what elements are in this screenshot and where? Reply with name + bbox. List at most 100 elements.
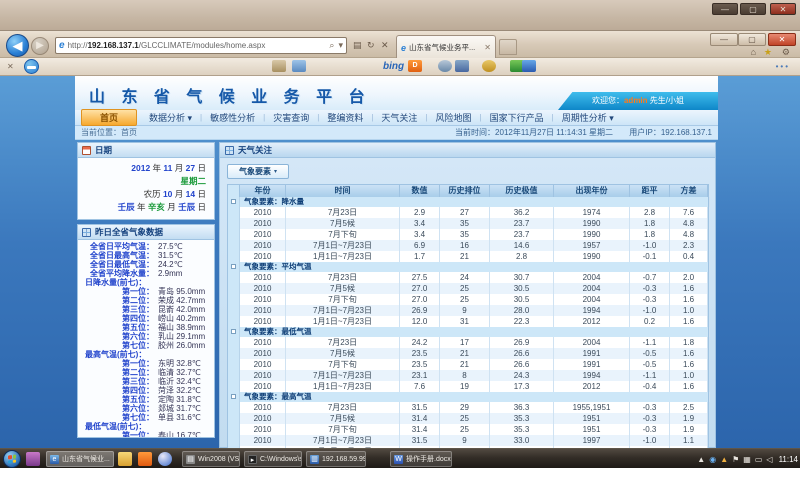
group-label: 气象要素：最低气温 — [240, 327, 710, 337]
nav-item-5[interactable]: 天气关注 — [373, 111, 425, 124]
weather-stat-row: 第四位：菏泽 32.2℃ — [78, 386, 214, 395]
nav-item-0[interactable]: 首页 — [81, 109, 137, 126]
table-row[interactable]: 20107月1日~7月23日26.9928.01994-1.01.0 — [228, 305, 708, 316]
table-row[interactable]: 20107月1日~7月23日6.91614.61957-1.02.3 — [228, 240, 708, 251]
weather-table: 年份时间数值历史排位历史极值出现年份距平方差气象要素：降水量20107月23日2… — [227, 184, 709, 448]
group-checkbox[interactable] — [231, 329, 236, 334]
explorer-folder-icon[interactable] — [118, 452, 132, 466]
element-dropdown-button[interactable]: 气象要素▾ — [227, 164, 289, 179]
gallery-icon[interactable] — [455, 60, 469, 72]
taskbar-window-0[interactable]: e山东省气候业... — [46, 451, 114, 467]
taskbar-window-1[interactable]: ▤Win2008 (VS2... — [182, 451, 240, 467]
camera-icon[interactable] — [438, 60, 452, 72]
taskbar-clock[interactable]: 11:14 — [779, 455, 798, 464]
weather-stat-row: 第七位：单县 31.6℃ — [78, 413, 214, 422]
blocked-addon-icon[interactable] — [24, 59, 39, 74]
paw-icon[interactable] — [482, 60, 496, 72]
nav-item-6[interactable]: 风险地图 — [428, 111, 480, 124]
action-center-flag-icon[interactable]: ⚑ — [732, 455, 739, 464]
table-row[interactable]: 20107月1日~7月23日31.5933.01997-1.01.1 — [228, 435, 708, 446]
ie-minimize-button[interactable]: — — [710, 33, 738, 46]
taskbar-window-icon: ▤ — [186, 455, 195, 464]
tray-alert-icon[interactable]: ▲ — [720, 455, 728, 464]
nav-item-7[interactable]: 国家下行产品 — [482, 111, 552, 124]
browser-tab[interactable]: e 山东省气候业务平... ✕ — [396, 35, 496, 59]
display-icon[interactable]: ▭ — [755, 455, 763, 464]
favorites-star-icon[interactable]: ★ — [764, 47, 772, 58]
taskbar-window-4[interactable]: W操作手册.docx ... — [390, 451, 452, 467]
ie-maximize-button[interactable]: ▢ — [738, 33, 766, 46]
table-row[interactable]: 20107月23日27.52430.72004-0.72.0 — [228, 272, 708, 283]
network-icon[interactable]: ▦ — [743, 455, 751, 464]
bing-logo[interactable]: bing — [383, 61, 404, 72]
background-window-titlebar: — ▢ ✕ — [0, 0, 800, 30]
docin-icon[interactable]: D — [408, 60, 422, 72]
pinned-app-icon[interactable] — [26, 452, 40, 466]
nav-item-2[interactable]: 敏感性分析 — [202, 111, 263, 124]
mail-card-icon[interactable] — [272, 60, 286, 72]
table-row[interactable]: 20107月23日31.52936.31955,1951-0.32.5 — [228, 402, 708, 413]
nav-item-4[interactable]: 整编资料 — [319, 111, 371, 124]
nav-item-3[interactable]: 灾害查询 — [265, 111, 317, 124]
table-row[interactable]: 20107月下旬3.43523.719901.84.8 — [228, 229, 708, 240]
bg-minimize-button[interactable]: — — [712, 3, 738, 15]
weather-section-label: 最低气温(前七)： — [78, 422, 214, 431]
toolbar-close-icon[interactable]: ✕ — [7, 62, 14, 71]
plugin-icon-2[interactable] — [522, 60, 536, 72]
weather-focus-icon — [225, 146, 234, 155]
tab-close-icon[interactable]: ✕ — [484, 43, 491, 52]
table-row[interactable]: 20101月1日~7月23日12.03122.320120.21.6 — [228, 316, 708, 327]
calendar-panel-header: 日期 — [78, 143, 214, 158]
more-options-icon[interactable]: ••• — [776, 62, 790, 71]
group-checkbox[interactable] — [231, 394, 236, 399]
address-bar[interactable]: e http://192.168.137.1/GLCCLIMATE/module… — [55, 37, 347, 54]
taskbar-window-icon: e — [50, 455, 59, 464]
table-row[interactable]: 20107月5候3.43523.719901.84.8 — [228, 218, 708, 229]
table-row[interactable]: 20107月5候31.42535.31951-0.31.9 — [228, 413, 708, 424]
media-player-icon[interactable] — [158, 452, 172, 466]
group-checkbox[interactable] — [231, 199, 236, 204]
tray-network-app-icon[interactable]: ◉ — [709, 455, 716, 464]
group-header-row: 气象要素：最低气温 — [228, 327, 708, 337]
refresh-icon[interactable]: ↻ — [367, 40, 375, 51]
taskbar-window-3[interactable]: ▥192.168.59.99... — [306, 451, 366, 467]
table-row[interactable]: 20107月下旬23.52126.61991-0.51.6 — [228, 359, 708, 370]
table-row[interactable]: 20107月下旬27.02530.52004-0.31.6 — [228, 294, 708, 305]
taskbar-window-2[interactable]: ▸C:\Windows\s... — [244, 451, 302, 467]
settings-gear-icon[interactable]: ⚙ — [782, 47, 790, 58]
table-row[interactable]: 20107月下旬31.42535.31951-0.31.9 — [228, 424, 708, 435]
dropdown-icon[interactable]: ▾ — [338, 40, 343, 51]
group-checkbox[interactable] — [231, 264, 236, 269]
pinned-orange-app-icon[interactable] — [138, 452, 152, 466]
nav-item-1[interactable]: 数据分析 ▾ — [141, 111, 200, 124]
table-row[interactable]: 20107月5候27.02530.52004-0.31.6 — [228, 283, 708, 294]
home-icon[interactable]: ⌂ — [751, 47, 756, 57]
welcome-banner: 欢迎您：admin 先生/小姐 — [558, 92, 718, 110]
weather-stat-row: 全省日最高气温：31.5℃ — [78, 251, 214, 260]
new-tab-button[interactable] — [499, 39, 517, 55]
table-row[interactable]: 20101月1日~7月23日1.7212.81990-0.10.4 — [228, 251, 708, 262]
envelope-icon[interactable] — [292, 60, 306, 72]
tray-expand-icon[interactable]: ▲ — [697, 455, 705, 464]
page-viewport: 山 东 省 气 候 业 务 平 台 欢迎您：admin 先生/小姐 首页数据分析… — [0, 76, 800, 448]
nav-item-8[interactable]: 周期性分析 ▾ — [554, 111, 622, 124]
table-row[interactable]: 20107月1日~7月23日23.1824.31994-1.11.0 — [228, 370, 708, 381]
bg-maximize-button[interactable]: ▢ — [740, 3, 766, 15]
search-icon[interactable]: ⌕ — [329, 40, 334, 51]
start-button[interactable] — [3, 450, 21, 468]
forward-button[interactable]: ▶ — [31, 37, 49, 55]
table-row[interactable]: 20107月23日24.21726.92004-1.11.8 — [228, 337, 708, 348]
taskbar-window-icon: ▥ — [310, 455, 319, 464]
back-button[interactable]: ◀ — [6, 34, 29, 57]
compatibility-icon[interactable]: ▤ — [353, 40, 362, 51]
table-row[interactable]: 20107月5候23.52126.61991-0.51.6 — [228, 348, 708, 359]
stop-icon[interactable]: ✕ — [381, 40, 389, 51]
column-header-6: 距平 — [630, 185, 670, 197]
volume-icon[interactable]: ◁ — [766, 455, 772, 464]
ie-page-icon: e — [59, 40, 65, 51]
table-row[interactable]: 20107月23日2.92736.219742.87.6 — [228, 207, 708, 218]
table-row[interactable]: 20101月1日~7月23日7.61917.32012-0.41.6 — [228, 381, 708, 392]
calendar-panel: 日期 2012 年 11 月 27 日星期二农历 10 月 14 日壬辰 年 辛… — [77, 142, 215, 220]
ie-close-button[interactable]: ✕ — [768, 33, 796, 46]
bg-close-button[interactable]: ✕ — [770, 3, 796, 15]
